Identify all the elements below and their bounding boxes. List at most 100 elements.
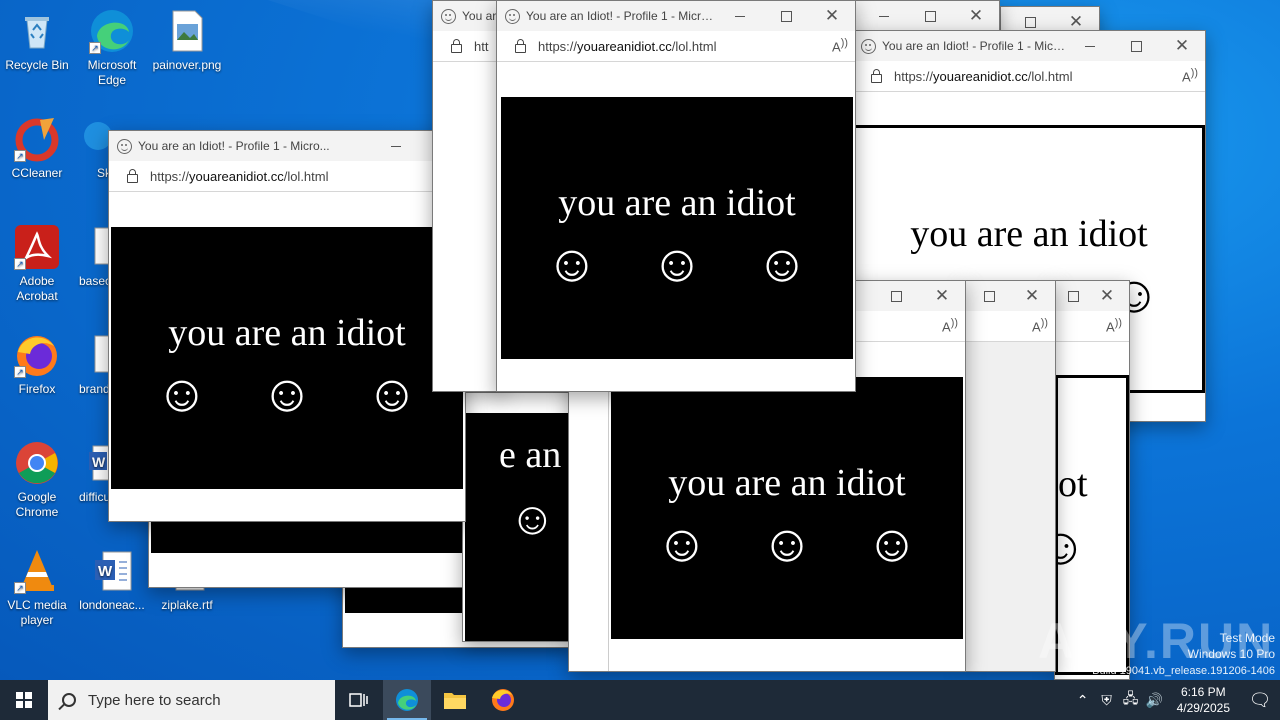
test-mode-text: Test Mode bbox=[1219, 631, 1275, 645]
smiley-favicon-icon bbox=[117, 138, 132, 154]
title-bar: ✕ bbox=[965, 281, 1055, 311]
address-bar[interactable]: https://youareanidiot.cc/lol.html A)) bbox=[497, 31, 855, 62]
shortcut-arrow-icon: ↗ bbox=[89, 42, 101, 54]
network-icon[interactable]: 🖧 bbox=[1119, 688, 1143, 712]
smiley-icon: ☺ bbox=[365, 366, 419, 423]
maximize-icon[interactable] bbox=[1061, 281, 1085, 311]
taskbar-search-box[interactable]: Type here to search bbox=[48, 680, 335, 720]
lock-icon bbox=[127, 168, 138, 183]
close-icon[interactable]: ✕ bbox=[1159, 31, 1205, 61]
svg-text:W: W bbox=[92, 454, 106, 470]
close-icon[interactable]: ✕ bbox=[919, 281, 965, 311]
windows-logo-icon bbox=[16, 692, 32, 708]
system-tray: ⌃ ⛨ 🖧 🔊 6:16 PM 4/29/2025 🗨 bbox=[1071, 680, 1280, 720]
recycle-bin-icon bbox=[14, 8, 60, 54]
windows-edition-text: Windows 10 Pro bbox=[1187, 647, 1275, 661]
desktop-icon-firefox[interactable]: ↗ Firefox bbox=[0, 332, 74, 397]
minimize-icon[interactable] bbox=[1067, 31, 1113, 61]
start-button[interactable] bbox=[0, 680, 48, 720]
idiot-popup-window[interactable]: You are an Idiot! - Profile 1 - Micro...… bbox=[108, 130, 466, 522]
smiley-favicon-icon bbox=[441, 8, 456, 24]
search-icon bbox=[62, 693, 76, 707]
url-text[interactable]: https://youareanidiot.cc/lol.html bbox=[894, 69, 1175, 84]
chevron-up-icon[interactable]: ⌃ bbox=[1071, 692, 1095, 709]
volume-icon[interactable]: 🔊 bbox=[1143, 692, 1167, 709]
title-bar: You are bbox=[433, 1, 503, 31]
minimize-icon[interactable] bbox=[373, 131, 419, 161]
read-aloud-icon[interactable]: A)) bbox=[1099, 317, 1129, 334]
smiley-icon: ☺ bbox=[509, 493, 556, 544]
security-icon[interactable]: ⛨ bbox=[1095, 692, 1119, 709]
shortcut-arrow-icon: ↗ bbox=[14, 150, 26, 162]
taskbar-firefox-button[interactable] bbox=[479, 680, 527, 720]
shortcut-arrow-icon: ↗ bbox=[14, 366, 26, 378]
maximize-icon[interactable] bbox=[907, 1, 953, 31]
smiley-icon: ☺ bbox=[650, 236, 704, 293]
chrome-icon bbox=[14, 440, 60, 486]
ccleaner-icon: ↗ bbox=[14, 116, 60, 162]
clock[interactable]: 6:16 PM 4/29/2025 bbox=[1167, 684, 1240, 716]
folder-icon bbox=[444, 693, 466, 709]
smiley-favicon-icon bbox=[505, 8, 520, 24]
smiley-icon: ☺ bbox=[755, 236, 809, 293]
desktop-icon-recycle-bin[interactable]: Recycle Bin bbox=[0, 8, 74, 73]
desktop-icon-londoneac[interactable]: W londoneac... bbox=[75, 548, 149, 613]
build-text: Build 19041.vb_release.191206-1406 bbox=[1092, 665, 1275, 677]
title-bar: You are an Idiot! - Profile 1 - Micro... bbox=[109, 131, 465, 161]
maximize-icon[interactable] bbox=[763, 1, 809, 31]
idiot-popup-window[interactable]: You are htt bbox=[432, 0, 504, 392]
read-aloud-icon[interactable]: A)) bbox=[1025, 317, 1055, 334]
close-icon[interactable]: ✕ bbox=[1085, 281, 1129, 311]
close-icon[interactable]: ✕ bbox=[809, 1, 855, 31]
minimize-icon[interactable] bbox=[717, 1, 763, 31]
desktop-icon-painover[interactable]: painover.png bbox=[150, 8, 224, 73]
acrobat-icon: ↗ bbox=[14, 224, 60, 270]
svg-text:W: W bbox=[98, 563, 113, 580]
edge-icon: ↗ bbox=[89, 8, 135, 54]
read-aloud-icon[interactable]: A)) bbox=[1175, 67, 1205, 84]
smiley-icon: ☺ bbox=[865, 516, 919, 573]
shortcut-arrow-icon: ↗ bbox=[14, 258, 26, 270]
desktop-icon-edge[interactable]: ↗ Microsoft Edge bbox=[75, 8, 149, 88]
taskbar-edge-button[interactable] bbox=[383, 680, 431, 720]
desktop-icon-vlc[interactable]: ↗ VLC media player bbox=[0, 548, 74, 628]
title-bar: You are an Idiot! - Profile 1 - Micro...… bbox=[853, 31, 1205, 61]
shortcut-arrow-icon: ↗ bbox=[14, 582, 26, 594]
address-bar[interactable]: https://youareanidiot.cc/lol.html bbox=[109, 161, 465, 192]
lock-icon bbox=[451, 38, 462, 53]
minimize-icon[interactable] bbox=[861, 1, 907, 31]
task-view-button[interactable] bbox=[335, 680, 383, 720]
idiot-message-panel: you are an idiot ☺ ☺ ☺ bbox=[611, 377, 963, 639]
maximize-icon[interactable] bbox=[873, 281, 919, 311]
word-icon: W bbox=[89, 548, 135, 594]
firefox-icon: ↗ bbox=[14, 332, 60, 378]
idiot-popup-window[interactable]: e an ☺ bbox=[462, 392, 572, 642]
title-bar: You are an Idiot! - Profile 1 - Micro...… bbox=[497, 1, 855, 31]
url-text[interactable]: https://youareanidiot.cc/lol.html bbox=[150, 169, 465, 184]
read-aloud-icon[interactable]: A)) bbox=[935, 317, 965, 334]
maximize-icon[interactable] bbox=[1113, 31, 1159, 61]
address-bar[interactable]: A)) bbox=[965, 311, 1055, 342]
idiot-message-panel: you are an idiot ☺ ☺ ☺ bbox=[111, 227, 463, 489]
taskbar: Type here to search ⌃ ⛨ 🖧 🔊 6:16 PM 4/29… bbox=[0, 680, 1280, 720]
maximize-icon[interactable] bbox=[969, 281, 1009, 311]
notification-icon[interactable]: 🗨 bbox=[1240, 680, 1280, 720]
close-icon[interactable]: ✕ bbox=[1009, 281, 1055, 311]
taskbar-file-explorer-button[interactable] bbox=[431, 680, 479, 720]
desktop: Recycle Bin ↗ Microsoft Edge painover.pn… bbox=[0, 0, 1280, 680]
title-bar: ✕ bbox=[1055, 281, 1129, 311]
idiot-message-panel: e an ☺ bbox=[465, 413, 571, 641]
url-text[interactable]: https://youareanidiot.cc/lol.html bbox=[538, 39, 825, 54]
read-aloud-icon[interactable]: A)) bbox=[825, 37, 855, 54]
close-icon[interactable]: ✕ bbox=[953, 1, 999, 31]
address-bar[interactable]: A)) bbox=[1055, 311, 1129, 342]
page-edge bbox=[569, 392, 609, 671]
desktop-icon-ccleaner[interactable]: ↗ CCleaner bbox=[0, 116, 74, 181]
idiot-popup-window[interactable]: You are an Idiot! - Profile 1 - Micro...… bbox=[496, 0, 856, 392]
desktop-icon-acrobat[interactable]: ↗ Adobe Acrobat bbox=[0, 224, 74, 304]
vlc-icon: ↗ bbox=[14, 548, 60, 594]
lock-icon bbox=[515, 38, 526, 53]
address-bar[interactable]: https://youareanidiot.cc/lol.html A)) bbox=[853, 61, 1205, 92]
desktop-icon-chrome[interactable]: Google Chrome bbox=[0, 440, 74, 520]
address-bar[interactable]: htt bbox=[433, 31, 503, 62]
